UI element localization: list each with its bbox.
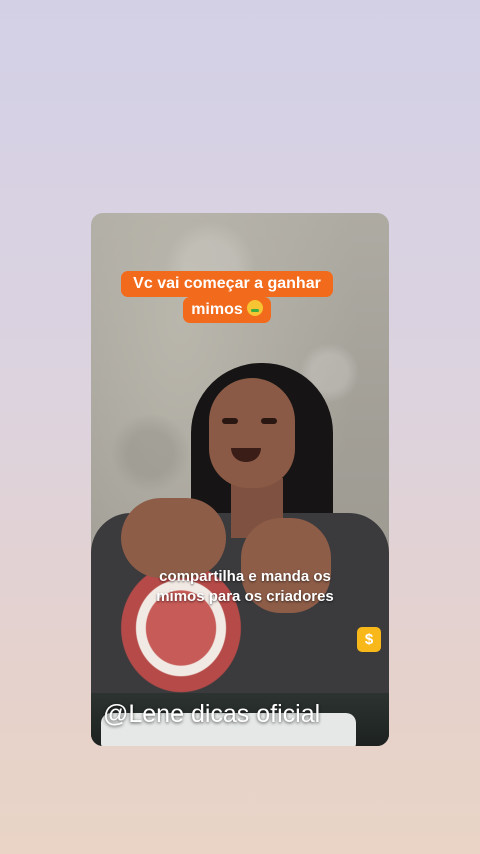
- money-mouth-face-icon: [246, 300, 263, 316]
- eye-left-shape: [222, 418, 238, 424]
- creator-watermark: @Lene dicas oficial: [103, 700, 321, 728]
- face-shape: [209, 378, 295, 488]
- top-caption-line2: mimos: [191, 301, 243, 318]
- top-caption: Vc vai começar a ganhar mimos: [107, 271, 347, 323]
- top-caption-line2-wrap: mimos: [183, 297, 271, 323]
- gift-dollar-icon[interactable]: $: [357, 627, 381, 652]
- middle-caption-line2: mimos para os criadores: [156, 588, 334, 605]
- middle-caption: compartilha e manda os mimos para os cri…: [120, 567, 370, 607]
- middle-caption-line1: compartilha e manda os: [159, 568, 331, 585]
- eye-right-shape: [261, 418, 277, 424]
- hand-left-shape: [121, 498, 226, 578]
- top-caption-line1: Vc vai começar a ganhar: [121, 271, 333, 297]
